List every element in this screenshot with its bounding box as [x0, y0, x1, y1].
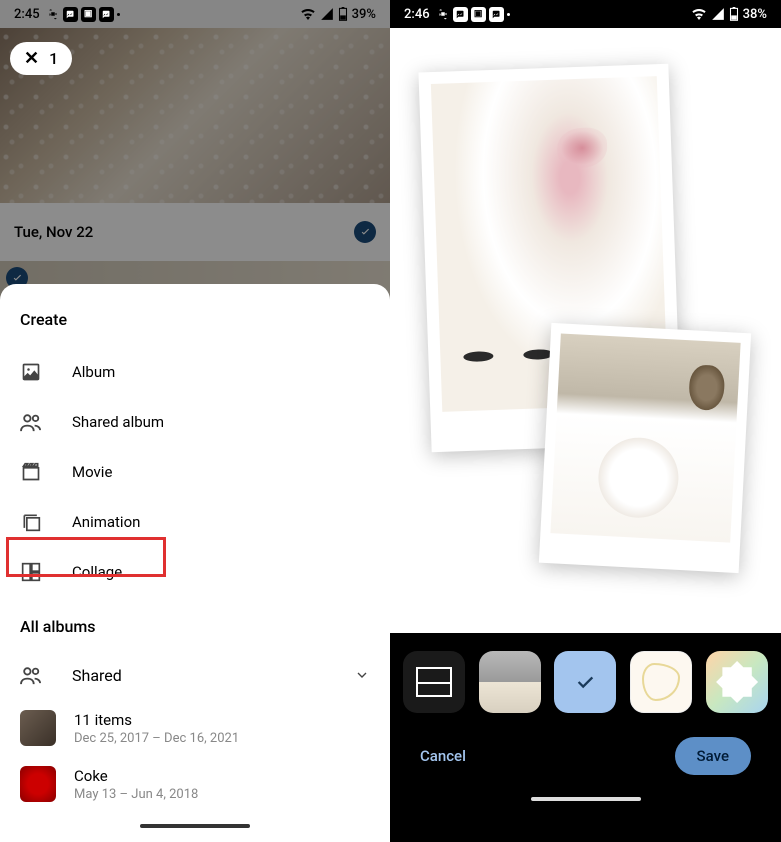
- battery-icon: [338, 7, 348, 21]
- album-dates: May 13 – Jun 4, 2018: [74, 787, 370, 802]
- style-selector: [390, 633, 781, 713]
- battery-icon: [729, 7, 739, 21]
- photo-image: [550, 333, 740, 542]
- save-button[interactable]: Save: [675, 737, 751, 775]
- highlight-annotation: [6, 537, 166, 577]
- shared-row[interactable]: Shared: [0, 650, 390, 700]
- screenshot-left: 2:45 ▣ 39% ✕ 1: [0, 0, 390, 842]
- wifi-icon: [300, 8, 316, 20]
- style-option-polaroid-selected[interactable]: [554, 651, 616, 713]
- all-albums-title: All albums: [0, 597, 390, 650]
- messenger-icon-2: [99, 7, 114, 22]
- selection-pill[interactable]: ✕ 1: [10, 42, 72, 75]
- style-option-split[interactable]: [479, 651, 541, 713]
- signal-icon: [711, 7, 725, 21]
- battery-percent: 39%: [352, 7, 376, 22]
- album-dates: Dec 25, 2017 – Dec 16, 2021: [74, 731, 370, 746]
- album-name: 11 items: [74, 711, 370, 729]
- chevron-down-icon: [354, 667, 370, 683]
- album-row-coke[interactable]: Coke May 13 – Jun 4, 2018: [0, 756, 390, 812]
- signal-icon: [320, 7, 334, 21]
- check-icon: [574, 671, 596, 693]
- app-icon: ▣: [81, 7, 96, 22]
- create-bottom-sheet: Create Album Shared album Movie: [0, 284, 390, 842]
- style-preview-icon: [416, 667, 452, 697]
- messenger-icon-1: [453, 7, 468, 22]
- more-dot: [117, 13, 120, 16]
- movie-icon: [20, 461, 42, 483]
- battery-percent: 38%: [743, 7, 767, 22]
- style-preview-icon: [716, 661, 758, 703]
- menu-label: Animation: [72, 513, 140, 531]
- nav-handle[interactable]: [140, 824, 250, 828]
- album-row-items[interactable]: 11 items Dec 25, 2017 – Dec 16, 2021: [0, 700, 390, 756]
- status-notification-icons: ▣: [46, 7, 120, 22]
- collage-photo-2[interactable]: [539, 323, 751, 573]
- menu-label: Shared album: [72, 413, 164, 431]
- menu-item-shared-album[interactable]: Shared album: [0, 397, 390, 447]
- close-icon[interactable]: ✕: [24, 48, 39, 69]
- album-thumbnail: [20, 710, 56, 746]
- style-option-grid[interactable]: [403, 651, 465, 713]
- album-icon: [20, 361, 42, 383]
- menu-label: Movie: [72, 463, 112, 481]
- menu-item-album[interactable]: Album: [0, 347, 390, 397]
- wifi-icon: [691, 8, 707, 20]
- menu-item-movie[interactable]: Movie: [0, 447, 390, 497]
- slack-icon: [436, 7, 450, 21]
- shared-icon: [20, 664, 42, 686]
- animation-icon: [20, 511, 42, 533]
- more-dot: [507, 13, 510, 16]
- shared-label: Shared: [72, 666, 122, 685]
- screenshot-right: 2:46 ▣ 38%: [390, 0, 781, 842]
- style-option-flower[interactable]: [706, 651, 768, 713]
- style-preview-icon: [642, 663, 680, 701]
- status-time: 2:45: [14, 7, 40, 22]
- status-bar: 2:45 ▣ 39%: [0, 0, 390, 28]
- sheet-title: Create: [0, 284, 390, 347]
- album-thumbnail: [20, 766, 56, 802]
- app-icon: ▣: [471, 7, 486, 22]
- slack-icon: [46, 7, 60, 21]
- cancel-button[interactable]: Cancel: [420, 747, 466, 765]
- status-bar: 2:46 ▣ 38%: [390, 0, 781, 28]
- status-notification-icons: ▣: [436, 7, 510, 22]
- nav-handle[interactable]: [531, 797, 641, 801]
- action-row: Cancel Save: [390, 713, 781, 785]
- menu-label: Album: [72, 363, 115, 381]
- album-name: Coke: [74, 767, 370, 785]
- style-option-organic[interactable]: [630, 651, 692, 713]
- selection-count: 1: [49, 49, 58, 68]
- shared-album-icon: [20, 411, 42, 433]
- collage-canvas[interactable]: [390, 28, 781, 633]
- status-time: 2:46: [404, 7, 430, 22]
- messenger-icon-2: [489, 7, 504, 22]
- messenger-icon-1: [63, 7, 78, 22]
